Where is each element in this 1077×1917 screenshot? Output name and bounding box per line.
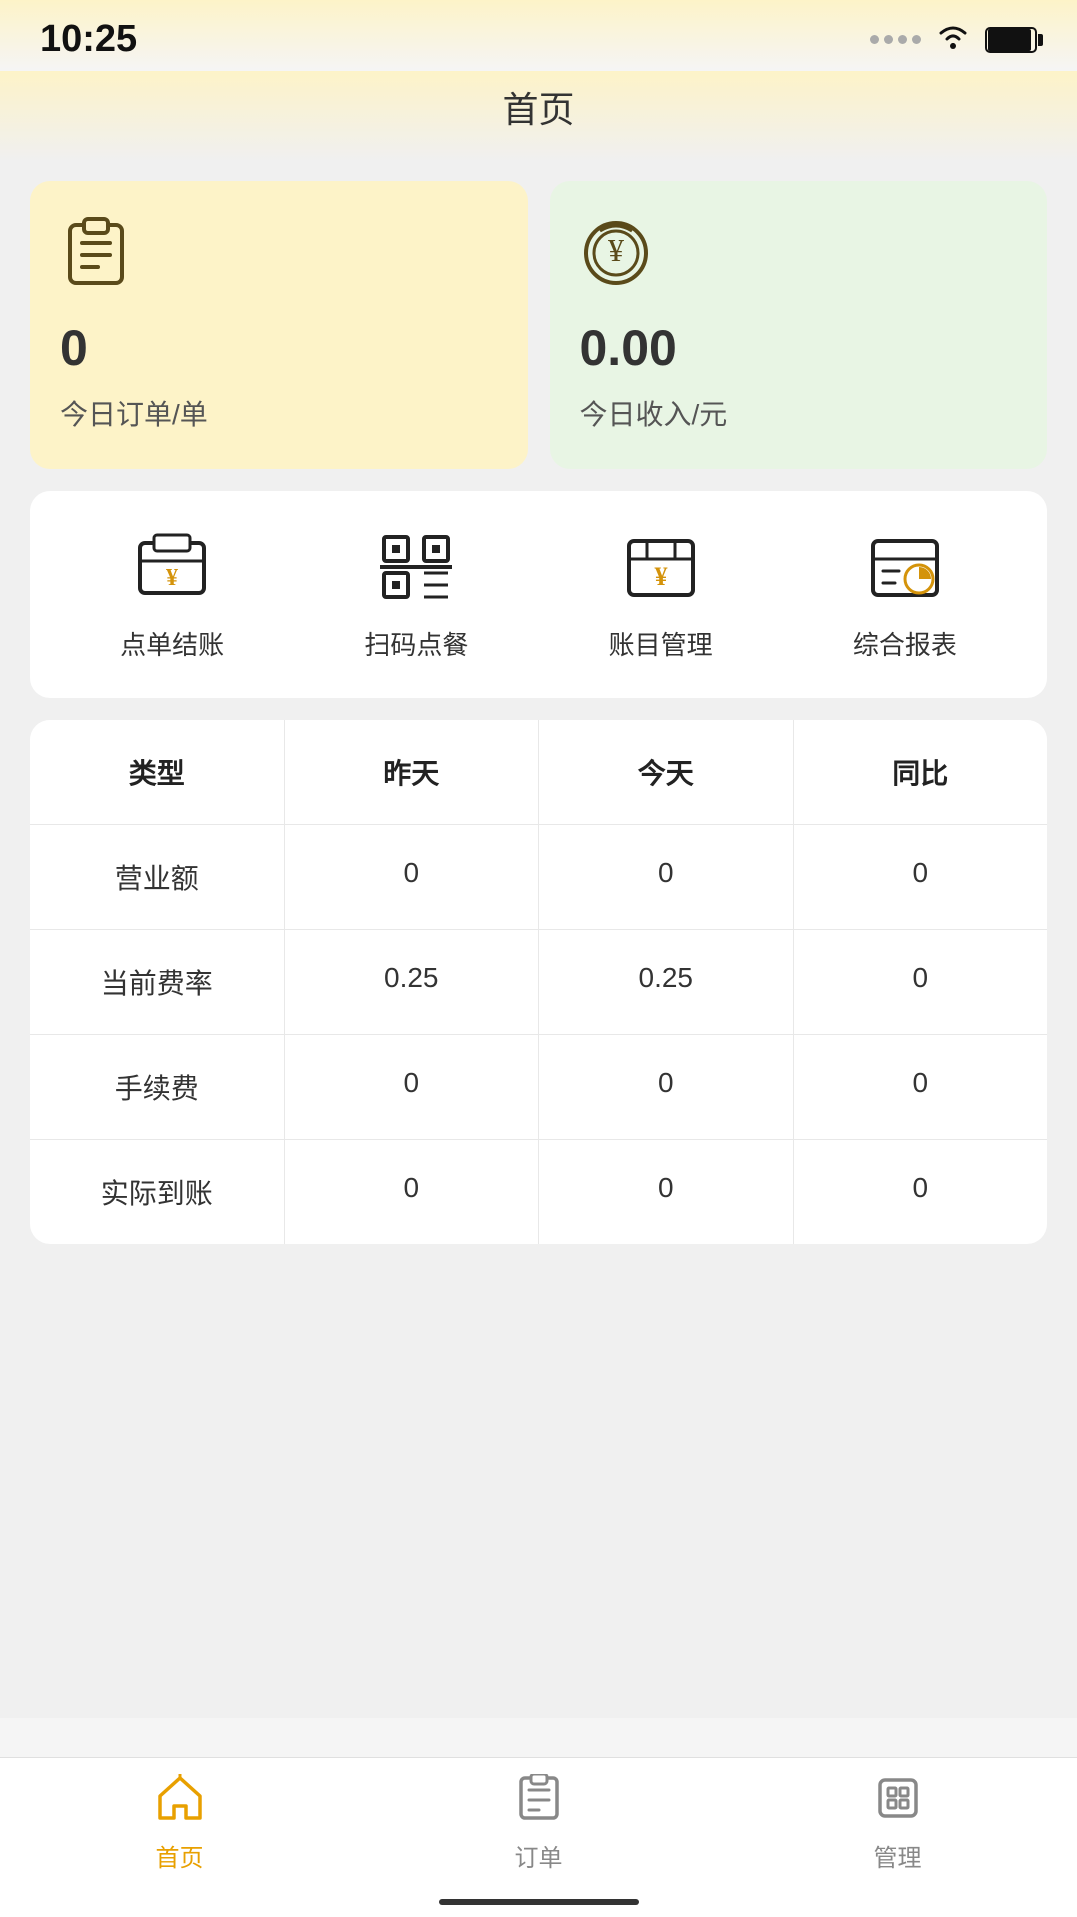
action-reports-label: 综合报表 (853, 625, 957, 662)
account-manage-icon: ¥ (616, 527, 706, 607)
cell-yoy-0: 0 (794, 825, 1048, 929)
svg-text:¥: ¥ (654, 562, 667, 591)
table-row: 实际到账 0 0 0 (30, 1140, 1047, 1244)
orders-label: 今日订单/单 (60, 393, 498, 433)
status-bar: 10:25 (0, 0, 1077, 71)
cell-type-0: 营业额 (30, 825, 285, 929)
nav-orders[interactable]: 订单 (359, 1774, 718, 1873)
orders-card: 0 今日订单/单 (30, 181, 528, 469)
stats-table: 类型 昨天 今天 同比 营业额 0 0 0 当前费率 0.25 0.25 0 手… (30, 720, 1047, 1244)
bottom-nav: 首页 订单 管理 (0, 1757, 1077, 1917)
action-order-checkout-label: 点单结账 (120, 625, 224, 662)
quick-actions: ¥ 点单结账 (30, 491, 1047, 698)
header: 首页 (0, 71, 1077, 161)
reports-icon (860, 527, 950, 607)
action-reports[interactable]: 综合报表 (853, 527, 957, 662)
income-label: 今日收入/元 (580, 393, 1018, 433)
action-account-manage-label: 账目管理 (609, 625, 713, 662)
cell-type-3: 实际到账 (30, 1140, 285, 1244)
table-row: 当前费率 0.25 0.25 0 (30, 930, 1047, 1035)
home-indicator (439, 1899, 639, 1905)
cell-today-2: 0 (539, 1035, 794, 1139)
order-checkout-icon: ¥ (127, 527, 217, 607)
cell-today-0: 0 (539, 825, 794, 929)
col-yoy: 同比 (794, 720, 1048, 824)
action-scan-order[interactable]: 扫码点餐 (364, 527, 468, 662)
wifi-icon (935, 21, 971, 59)
svg-text:¥: ¥ (608, 232, 624, 268)
action-account-manage[interactable]: ¥ 账目管理 (609, 527, 713, 662)
nav-manage-label: 管理 (874, 1838, 922, 1873)
cell-type-2: 手续费 (30, 1035, 285, 1139)
table-row: 营业额 0 0 0 (30, 825, 1047, 930)
cell-yoy-2: 0 (794, 1035, 1048, 1139)
orders-icon (60, 217, 498, 303)
table-row: 手续费 0 0 0 (30, 1035, 1047, 1140)
table-header-row: 类型 昨天 今天 同比 (30, 720, 1047, 825)
cell-today-1: 0.25 (539, 930, 794, 1034)
nav-orders-label: 订单 (515, 1838, 563, 1873)
cell-yesterday-1: 0.25 (285, 930, 540, 1034)
cell-yesterday-0: 0 (285, 825, 540, 929)
action-order-checkout[interactable]: ¥ 点单结账 (120, 527, 224, 662)
orders-value: 0 (60, 319, 498, 377)
cell-yoy-3: 0 (794, 1140, 1048, 1244)
cell-today-3: 0 (539, 1140, 794, 1244)
action-scan-order-label: 扫码点餐 (364, 625, 468, 662)
page-title: 首页 (502, 89, 574, 130)
nav-manage[interactable]: 管理 (718, 1774, 1077, 1873)
svg-text:¥: ¥ (166, 565, 178, 591)
status-icons (870, 21, 1037, 59)
cell-type-1: 当前费率 (30, 930, 285, 1034)
battery-icon (985, 27, 1037, 53)
top-cards: 0 今日订单/单 ¥ 0.00 今日收入/元 (30, 181, 1047, 469)
home-icon (156, 1774, 204, 1830)
nav-home[interactable]: 首页 (0, 1774, 359, 1873)
col-yesterday: 昨天 (285, 720, 540, 824)
nav-home-label: 首页 (156, 1838, 204, 1873)
scan-order-icon (371, 527, 461, 607)
signal-icon (870, 35, 921, 44)
cell-yesterday-3: 0 (285, 1140, 540, 1244)
income-card: ¥ 0.00 今日收入/元 (550, 181, 1048, 469)
status-time: 10:25 (40, 18, 137, 61)
cell-yesterday-2: 0 (285, 1035, 540, 1139)
cell-yoy-1: 0 (794, 930, 1048, 1034)
col-type: 类型 (30, 720, 285, 824)
manage-nav-icon (874, 1774, 922, 1830)
col-today: 今天 (539, 720, 794, 824)
orders-nav-icon (515, 1774, 563, 1830)
main-content: 0 今日订单/单 ¥ 0.00 今日收入/元 (0, 161, 1077, 1718)
income-icon: ¥ (580, 217, 1018, 303)
income-value: 0.00 (580, 319, 1018, 377)
